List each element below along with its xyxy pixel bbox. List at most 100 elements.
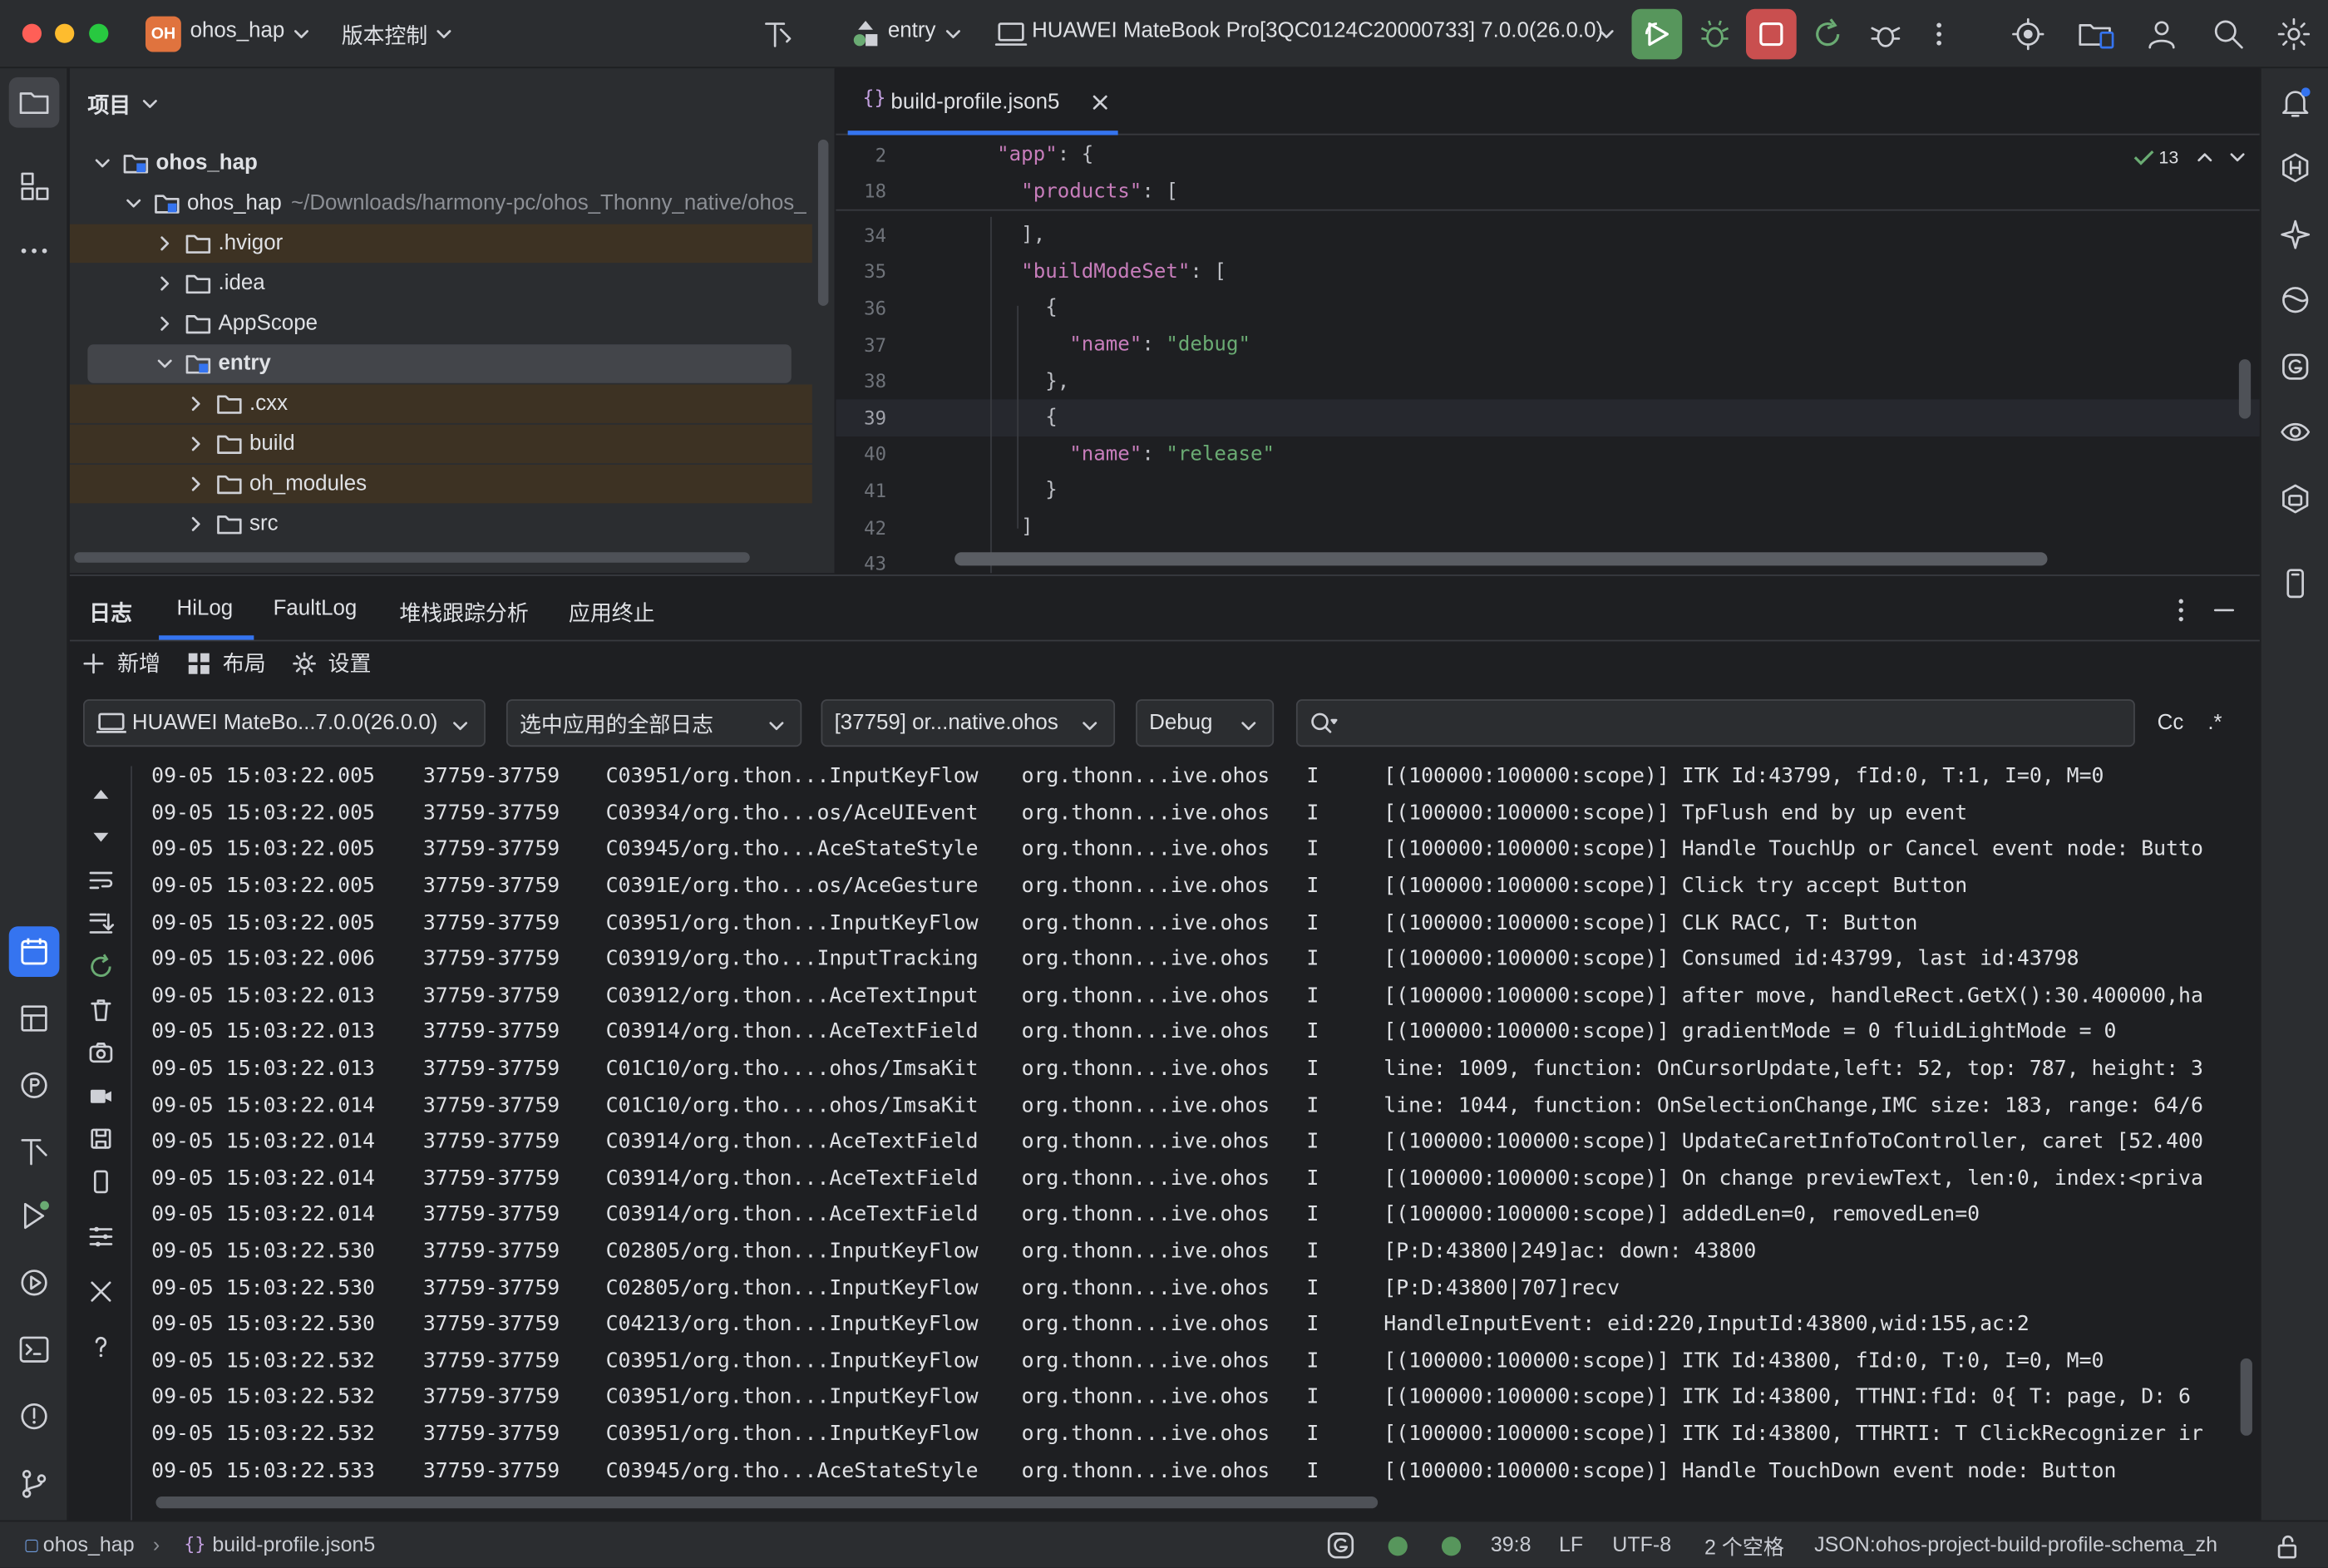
log-tab[interactable]: 应用终止	[569, 597, 655, 629]
log-row[interactable]: 09-05 15:03:22.533 37759-37759 C03945/org.…	[151, 1452, 2237, 1489]
chevron-down-icon[interactable]	[156, 355, 174, 372]
horizontal-scrollbar[interactable]	[74, 552, 750, 563]
log-row[interactable]: 09-05 15:03:22.530 37759-37759 C02805/org.…	[151, 1234, 2237, 1270]
tree-item[interactable]: entry	[87, 344, 792, 383]
log-search-input[interactable]	[1348, 711, 2120, 735]
log-output[interactable]: 09-05 15:03:22.005 37759-37759 C03951/org.…	[70, 759, 2237, 1501]
code-area[interactable]: 34 ], 35 "buildModeSet": [36 {37 "name": …	[836, 216, 2260, 574]
structure-tool-button[interactable]	[0, 160, 68, 211]
match-case-toggle[interactable]: Cc	[2158, 711, 2184, 735]
terminal-tool-button[interactable]	[0, 1324, 68, 1375]
log-row[interactable]: 09-05 15:03:22.013 37759-37759 C03912/org.…	[151, 978, 2237, 1014]
project-panel-title[interactable]: 项目	[87, 89, 131, 121]
inspection-widget[interactable]: 13	[2132, 147, 2247, 168]
log-row[interactable]: 09-05 15:03:22.532 37759-37759 C03951/org.…	[151, 1416, 2237, 1452]
vcs-menu[interactable]: 版本控制	[342, 19, 428, 51]
harmony-button[interactable]	[2261, 142, 2328, 193]
run-tool-button[interactable]	[0, 1191, 68, 1241]
log-row[interactable]: 09-05 15:03:22.005 37759-37759 C03934/org.…	[151, 795, 2237, 831]
target-icon[interactable]	[2010, 17, 2046, 52]
minimize-window-button[interactable]	[55, 23, 75, 43]
codegenie-button[interactable]	[2261, 274, 2328, 325]
tree-item[interactable]: ohos_hap ~/Downloads/harmony-pc/ohos_Thon…	[70, 184, 812, 222]
build-tool-button[interactable]	[0, 1126, 68, 1176]
cursor-position[interactable]: 39:8	[1491, 1532, 1531, 1556]
tree-item[interactable]: build	[69, 424, 812, 464]
log-row[interactable]: 09-05 15:03:22.014 37759-37759 C03914/org.…	[151, 1124, 2237, 1161]
close-window-button[interactable]	[22, 23, 42, 43]
problems-tool-button[interactable]	[0, 1391, 68, 1442]
close-tab-icon[interactable]	[1092, 94, 1109, 111]
log-tool-button[interactable]	[0, 926, 68, 977]
rerun-icon[interactable]	[1810, 17, 1846, 52]
editor-horizontal-scrollbar[interactable]	[954, 552, 2048, 566]
minimize-panel-icon[interactable]	[2211, 595, 2237, 625]
tree-item[interactable]: .hvigor	[69, 224, 812, 264]
log-row[interactable]: 09-05 15:03:22.532 37759-37759 C03951/org.…	[151, 1379, 2237, 1416]
g-tool-button[interactable]	[2261, 342, 2328, 392]
log-row[interactable]: 09-05 15:03:22.014 37759-37759 C03914/org.…	[151, 1197, 2237, 1234]
chevron-right-icon[interactable]	[187, 395, 205, 412]
log-row[interactable]: 09-05 15:03:22.530 37759-37759 C04213/org.…	[151, 1306, 2237, 1343]
chevron-right-icon[interactable]	[187, 475, 205, 492]
problems-p-tool-button[interactable]	[0, 1060, 68, 1111]
log-row[interactable]: 09-05 15:03:22.005 37759-37759 C03945/org.…	[151, 831, 2237, 868]
log-tab[interactable]: HiLog	[177, 597, 234, 621]
apply-changes-button[interactable]	[1631, 8, 1683, 60]
profiler-tool-button[interactable]	[0, 994, 68, 1044]
device-manager-icon[interactable]	[2077, 17, 2115, 52]
tree-item[interactable]: src	[70, 505, 812, 543]
log-row[interactable]: 09-05 15:03:22.532 37759-37759 C03951/org.…	[151, 1343, 2237, 1379]
chevron-right-icon[interactable]	[156, 234, 174, 252]
g-icon[interactable]	[1326, 1531, 1356, 1561]
json-schema[interactable]: JSON:ohos-project-build-profile-schema_z…	[1814, 1532, 2217, 1556]
add-log-button[interactable]: 新增	[117, 648, 160, 679]
log-vertical-scrollbar[interactable]	[2240, 1358, 2252, 1436]
chevron-right-icon[interactable]	[187, 435, 205, 452]
tree-item[interactable]: oh_modules	[69, 464, 812, 504]
log-tab[interactable]: FaultLog	[274, 597, 358, 621]
tree-item[interactable]: .cxx	[69, 384, 812, 423]
log-tab[interactable]: 堆栈跟踪分析	[399, 597, 528, 629]
breadcrumb-file[interactable]: build-profile.json5	[212, 1532, 375, 1556]
project-tool-button[interactable]	[0, 76, 68, 128]
chevron-right-icon[interactable]	[156, 315, 174, 333]
run-config-selector[interactable]: entry	[888, 19, 936, 43]
log-tab[interactable]: 日志	[89, 597, 132, 629]
device-filter-dropdown[interactable]: HUAWEI MateBo...7.0.0(26.0.0)	[83, 699, 486, 747]
log-row[interactable]: 09-05 15:03:22.005 37759-37759 C0391E/org.…	[151, 868, 2237, 905]
tree-item[interactable]: .idea	[70, 264, 812, 303]
git-tool-button[interactable]	[0, 1458, 68, 1509]
arkui-inspector-button[interactable]	[2261, 474, 2328, 525]
layout-button[interactable]: 布局	[223, 648, 266, 679]
log-row[interactable]: 09-05 15:03:22.013 37759-37759 C03914/org.…	[151, 1014, 2237, 1051]
search-icon[interactable]	[2211, 17, 2247, 52]
chevron-right-icon[interactable]	[187, 515, 205, 533]
log-row[interactable]: 09-05 15:03:22.005 37759-37759 C03951/org.…	[151, 905, 2237, 941]
log-level-dropdown[interactable]: Debug	[1136, 699, 1275, 747]
log-settings-button[interactable]: 设置	[328, 648, 372, 679]
device-selector[interactable]: HUAWEI MateBook Pro[3QC0124C20000733] 7.…	[1032, 19, 1603, 43]
attach-debugger-icon[interactable]	[1867, 17, 1903, 52]
status-ok-indicator[interactable]	[1441, 1536, 1462, 1556]
log-scope-dropdown[interactable]: 选中应用的全部日志	[506, 699, 802, 747]
status-ok-indicator[interactable]	[1388, 1536, 1408, 1556]
maximize-window-button[interactable]	[89, 23, 109, 43]
previewer-button[interactable]	[2261, 407, 2328, 457]
ai-assistant-button[interactable]	[2261, 210, 2328, 260]
account-icon[interactable]	[2144, 17, 2180, 52]
editor-vertical-scrollbar[interactable]	[2238, 359, 2252, 419]
editor-tab[interactable]: {} build-profile.json5	[847, 68, 1118, 136]
line-separator[interactable]: LF	[1559, 1532, 1583, 1556]
settings-gear-icon[interactable]	[2276, 17, 2312, 52]
process-filter-dropdown[interactable]: [37759] or...native.ohos	[821, 699, 1116, 747]
log-horizontal-scrollbar[interactable]	[155, 1497, 1379, 1509]
stop-button[interactable]	[1746, 8, 1797, 60]
chevron-down-icon[interactable]	[94, 155, 111, 172]
breadcrumb-project[interactable]: ohos_hap	[43, 1532, 135, 1556]
more-vertical-icon[interactable]	[2169, 595, 2193, 625]
vertical-scrollbar[interactable]	[817, 139, 829, 306]
tree-item[interactable]: AppScope	[70, 304, 812, 343]
indent-setting[interactable]: 2 个空格	[1704, 1532, 1784, 1562]
services-tool-button[interactable]	[0, 1258, 68, 1309]
